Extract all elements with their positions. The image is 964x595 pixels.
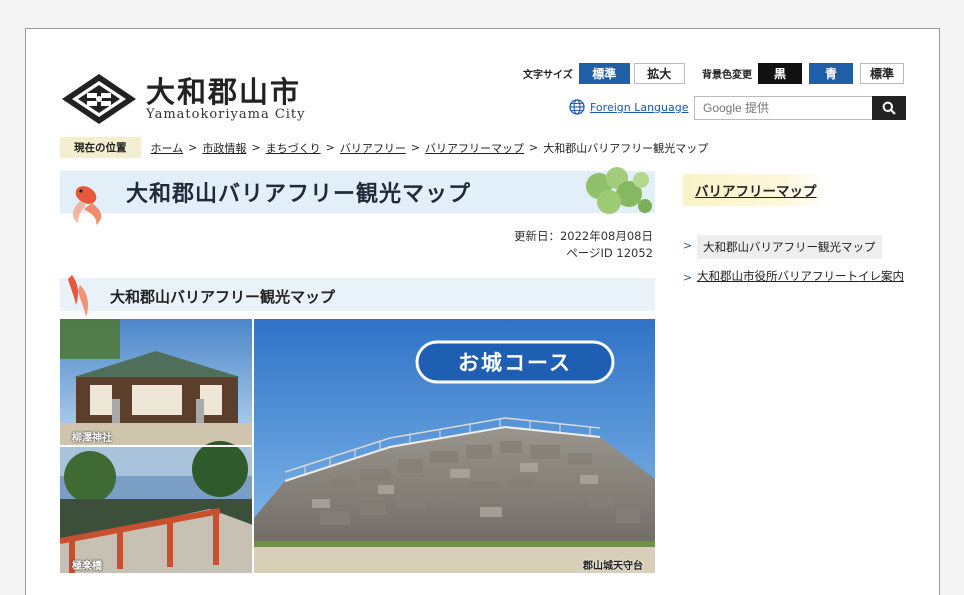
breadcrumb-current: 大和郡山バリアフリー観光マップ	[543, 141, 709, 155]
breadcrumb-separator: >	[529, 141, 539, 154]
breadcrumb-separator: >	[410, 141, 421, 154]
search-button[interactable]	[872, 96, 906, 120]
site-name-jp: 大和郡山市	[146, 75, 302, 109]
breadcrumb-separator: >	[188, 141, 198, 154]
castle-course-image: お城コース 柳澤神社 極楽橋 郡山城天守台	[60, 319, 655, 573]
globe-icon	[569, 99, 585, 115]
bg-standard-button[interactable]: 標準	[860, 63, 904, 84]
breadcrumb-home[interactable]: ホーム	[151, 140, 184, 156]
sidebar-heading[interactable]: バリアフリーマップ	[683, 174, 829, 206]
sidebar-item-label[interactable]: 大和郡山市役所バリアフリートイレ案内	[697, 267, 904, 287]
breadcrumb-municipal-info[interactable]: 市政情報	[202, 140, 246, 156]
search-input[interactable]	[695, 97, 872, 119]
goldfish-fin-icon	[68, 275, 88, 317]
bg-color-controls: 背景色変更 黒 青 標準	[702, 63, 904, 84]
chevron-right-icon: >	[683, 271, 693, 284]
updated-date: 更新日：2022年08月08日	[513, 229, 653, 243]
shrine-caption: 柳澤神社	[72, 433, 112, 444]
breadcrumb-town-planning[interactable]: まちづくり	[266, 140, 321, 156]
site-search	[694, 96, 906, 120]
font-size-label: 文字サイズ	[523, 70, 573, 81]
foreign-language-text[interactable]: Foreign Language	[590, 101, 689, 114]
city-emblem-icon	[62, 74, 136, 124]
page-frame: 大和郡山市 Yamatokoriyama City 文字サイズ 標準 拡大 背景…	[25, 28, 940, 595]
search-icon	[882, 101, 896, 115]
foreign-language-link[interactable]: Foreign Language	[569, 99, 689, 115]
sidebar-item-tourism-map[interactable]: > 大和郡山バリアフリー観光マップ	[683, 235, 913, 259]
breadcrumb-separator: >	[251, 141, 261, 154]
bg-color-label: 背景色変更	[702, 70, 752, 81]
breadcrumb-barrier-free-map[interactable]: バリアフリーマップ	[425, 140, 524, 156]
castle-caption: 郡山城天守台	[583, 561, 643, 572]
font-size-standard-button[interactable]: 標準	[578, 63, 630, 84]
site-logo[interactable]: 大和郡山市 Yamatokoriyama City	[60, 72, 306, 126]
bridge-caption: 極楽橋	[72, 561, 102, 572]
bg-black-button[interactable]: 黒	[758, 63, 802, 84]
chevron-right-icon: >	[683, 239, 693, 252]
breadcrumb: 現在の位置 ホーム > 市政情報 > まちづくり > バリアフリー > バリアフリーマッ…	[60, 137, 708, 158]
sidebar-item-toilet-guide[interactable]: > 大和郡山市役所バリアフリートイレ案内	[683, 267, 913, 287]
sidebar-item-label: 大和郡山バリアフリー観光マップ	[697, 235, 882, 259]
lotus-leaf-icon	[586, 167, 652, 214]
bg-blue-button[interactable]: 青	[809, 63, 853, 84]
site-name-en: Yamatokoriyama City	[146, 107, 306, 122]
section-title: 大和郡山バリアフリー観光マップ	[110, 288, 336, 306]
font-size-controls: 文字サイズ 標準 拡大	[523, 63, 685, 84]
goldfish-icon	[72, 186, 102, 225]
font-size-large-button[interactable]: 拡大	[633, 63, 685, 84]
breadcrumb-barrier-free[interactable]: バリアフリー	[340, 140, 406, 156]
course-label: お城コース	[458, 351, 572, 375]
page-title: 大和郡山バリアフリー観光マップ	[126, 182, 472, 207]
page-meta: 更新日：2022年08月08日 ページID 12052	[514, 228, 653, 262]
sidebar: バリアフリーマップ > 大和郡山バリアフリー観光マップ > 大和郡山市役所バリア…	[683, 174, 913, 295]
sidebar-list: > 大和郡山バリアフリー観光マップ > 大和郡山市役所バリアフリートイレ案内	[683, 235, 913, 287]
page-id: ページID 12052	[566, 246, 653, 260]
current-location-label: 現在の位置	[60, 137, 141, 158]
breadcrumb-separator: >	[325, 141, 335, 154]
